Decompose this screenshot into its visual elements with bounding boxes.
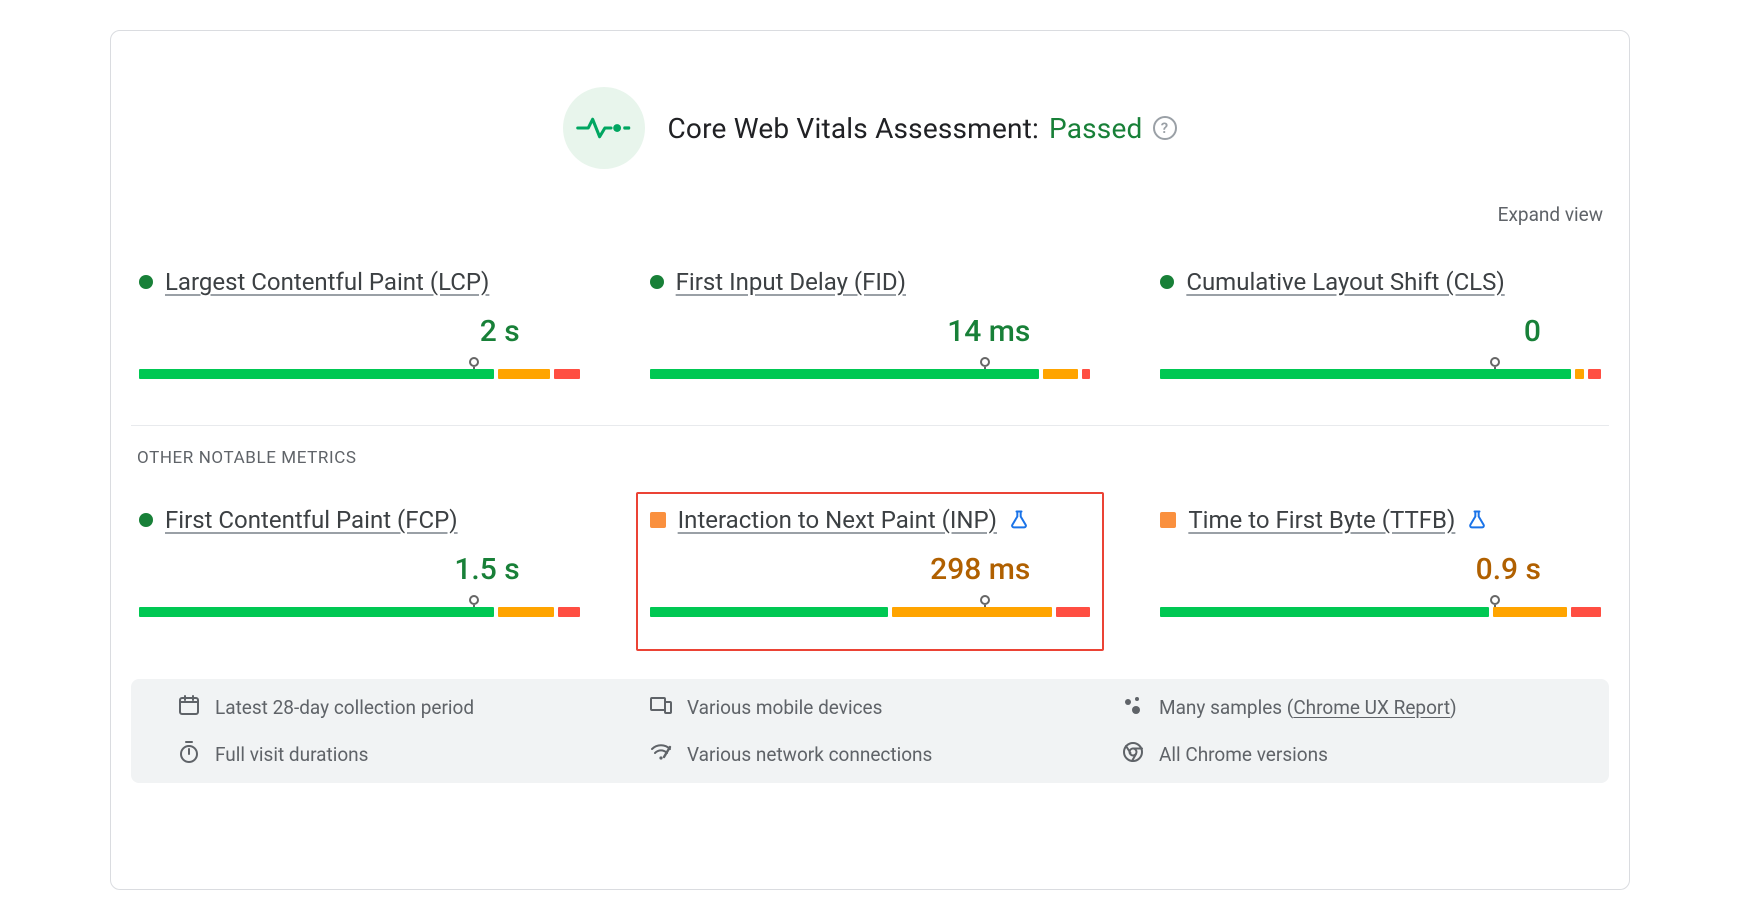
footer-item-calendar: Latest 28-day collection period: [177, 693, 619, 722]
status-indicator-good: [139, 513, 153, 527]
metric-name-fcp[interactable]: First Contentful Paint (FCP): [165, 506, 458, 534]
metric-value-lcp: 2 s: [139, 314, 580, 349]
metric-lcp: Largest Contentful Paint (LCP) 2 s: [139, 268, 580, 379]
footer-text: Latest 28-day collection period: [215, 696, 474, 719]
footer-text: Various network connections: [687, 743, 932, 766]
distribution-inp: [650, 593, 1091, 617]
other-metrics-label: OTHER NOTABLE METRICS: [131, 448, 1609, 468]
footer-text: Various mobile devices: [687, 696, 882, 719]
metric-value-fcp: 1.5 s: [139, 552, 580, 587]
core-metrics-grid: Largest Contentful Paint (LCP) 2 s First…: [131, 268, 1609, 379]
metric-cls: Cumulative Layout Shift (CLS) 0: [1160, 268, 1601, 379]
metric-value-ttfb: 0.9 s: [1160, 552, 1601, 587]
calendar-icon: [177, 693, 201, 722]
experimental-icon: [1009, 509, 1029, 531]
distribution-ttfb: [1160, 593, 1601, 617]
other-metrics-grid: First Contentful Paint (FCP) 1.5 s Inter…: [131, 506, 1609, 617]
metric-value-fid: 14 ms: [650, 314, 1091, 349]
metric-fid: First Input Delay (FID) 14 ms: [650, 268, 1091, 379]
footer-text: All Chrome versions: [1159, 743, 1328, 766]
distribution-fcp: [139, 593, 580, 617]
divider: [131, 425, 1609, 426]
data-source-footer: Latest 28-day collection period Various …: [131, 679, 1609, 783]
devices-icon: [649, 693, 673, 722]
pulse-icon: [563, 87, 645, 169]
metric-name-inp[interactable]: Interaction to Next Paint (INP): [678, 506, 997, 534]
metric-name-cls[interactable]: Cumulative Layout Shift (CLS): [1186, 268, 1504, 296]
samples-icon: [1121, 693, 1145, 722]
help-icon[interactable]: ?: [1153, 116, 1177, 140]
footer-item-samples: Many samples (Chrome UX Report): [1121, 693, 1563, 722]
network-icon: [649, 740, 673, 769]
footer-item-timer: Full visit durations: [177, 740, 619, 769]
distribution-fid: [650, 355, 1091, 379]
metric-ttfb: Time to First Byte (TTFB) 0.9 s: [1160, 506, 1601, 617]
status-indicator-good: [650, 275, 664, 289]
assessment-status: Passed: [1049, 112, 1143, 145]
status-indicator-good: [1160, 275, 1174, 289]
assessment-header: Core Web Vitals Assessment: Passed ?: [131, 87, 1609, 169]
metric-name-fid[interactable]: First Input Delay (FID): [676, 268, 906, 296]
footer-item-devices: Various mobile devices: [649, 693, 1091, 722]
chrome-icon: [1121, 740, 1145, 769]
assessment-title-prefix: Core Web Vitals Assessment:: [667, 112, 1039, 145]
distribution-lcp: [139, 355, 580, 379]
core-web-vitals-card: Core Web Vitals Assessment: Passed ? Exp…: [110, 30, 1630, 890]
timer-icon: [177, 740, 201, 769]
status-indicator-needs-improvement: [1160, 512, 1176, 528]
status-indicator-needs-improvement: [650, 512, 666, 528]
metric-inp: Interaction to Next Paint (INP) 298 ms: [636, 492, 1105, 651]
footer-text: Many samples (Chrome UX Report): [1159, 696, 1457, 719]
footer-item-network: Various network connections: [649, 740, 1091, 769]
distribution-cls: [1160, 355, 1601, 379]
assessment-title: Core Web Vitals Assessment: Passed ?: [667, 112, 1176, 145]
footer-text: Full visit durations: [215, 743, 368, 766]
crux-report-link[interactable]: Chrome UX Report: [1293, 696, 1450, 719]
status-indicator-good: [139, 275, 153, 289]
metric-name-ttfb[interactable]: Time to First Byte (TTFB): [1188, 506, 1455, 534]
footer-item-chrome: All Chrome versions: [1121, 740, 1563, 769]
expand-view-button[interactable]: Expand view: [1498, 203, 1603, 226]
experimental-icon: [1467, 509, 1487, 531]
metric-value-inp: 298 ms: [650, 552, 1091, 587]
metric-fcp: First Contentful Paint (FCP) 1.5 s: [139, 506, 580, 617]
metric-value-cls: 0: [1160, 314, 1601, 349]
metric-name-lcp[interactable]: Largest Contentful Paint (LCP): [165, 268, 489, 296]
